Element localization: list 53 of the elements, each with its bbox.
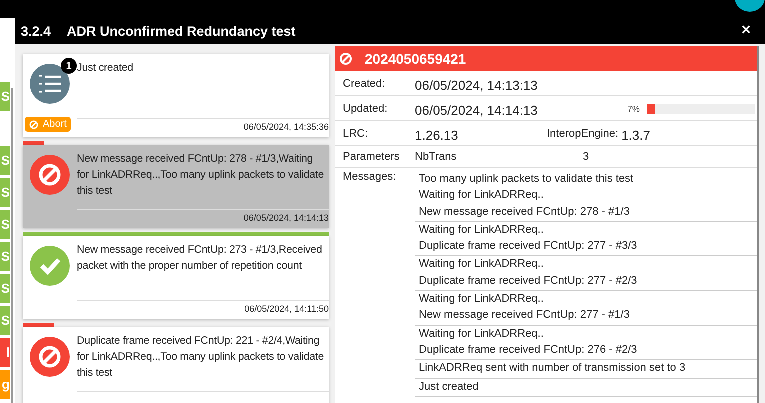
card-message: Duplicate frame received FCntUp: 221 - #2/4,Waiting for LinkADRReq..,Too many uplink packets to validate this test [77,334,326,381]
message-line: LinkADRReq sent with number of transmission set to 3 [419,361,687,376]
test-number: 3.2.4 [21,24,52,38]
status-badge: S [0,274,10,303]
status-badge: S [0,242,10,271]
card-timestamp: 06/05/2024, 14:11:50 [244,304,329,314]
field-label: LRC: [343,128,370,140]
progress-reading: 7% [628,104,640,114]
message-line: Too many uplink packets to validate this test [419,172,635,187]
card-message: Just created [77,61,134,76]
field-label: InteropEngine: [547,128,619,140]
message-line: Duplicate frame received FCntUp: 277 - #2/3 [419,274,638,289]
dialog-title: ADR Unconfirmed Redundancy test [67,24,297,38]
field-label: Updated: [343,102,389,114]
parameter-value: 3 [583,151,590,163]
status-badge: S [0,178,10,207]
ban-icon [339,52,353,66]
result-card[interactable]: New message received FCntUp: 273 - #1/3,Received packet with the proper number of repetition count 06/05/2024, 14:11:50 [23,236,329,319]
card-message: New message received FCntUp: 273 - #1/3,Received packet with the proper number of repetition count [77,243,324,274]
message-line: Waiting for LinkADRReq.. [419,326,545,342]
field-label: Parameters [343,151,401,163]
field-value: 06/05/2024, 14:14:13 [415,102,538,118]
run-id: 2024050659421 [365,50,466,66]
card-message: New message received FCntUp: 278 - #1/3,Waiting for LinkADRReq..,Too many uplink packets to validate this test [77,152,326,199]
ban-icon [29,120,39,130]
status-badge: S [0,210,10,239]
field-value: 1.3.7 [622,127,650,143]
parameter-name: NbTrans [415,151,458,163]
result-card[interactable]: 1 Abort Just created 06/05/2024, 14:35:36 [23,54,329,137]
message-line: Duplicate frame received FCntUp: 277 - #3/3 [419,239,638,254]
field-value: 06/05/2024, 14:13:13 [415,77,538,93]
message-line: Waiting for LinkADRReq.. [419,222,545,238]
message-line: Just created [419,380,480,395]
message-line: Waiting for LinkADRReq.. [419,292,545,308]
message-line: Waiting for LinkADRReq.. [419,257,545,272]
field-value: 1.26.13 [415,127,460,143]
result-card[interactable]: Duplicate frame received FCntUp: 221 - #2/4,Waiting for LinkADRReq..,Too many uplink packets to validate this test [23,327,329,403]
message-line: New message received FCntUp: 277 - #1/3 [419,308,631,324]
card-timestamp: 06/05/2024, 14:14:13 [244,213,329,223]
count-badge: 1 [61,58,77,74]
card-timestamp: 06/05/2024, 14:35:36 [244,122,329,132]
result-card[interactable]: New message received FCntUp: 278 - #1/3,Waiting for LinkADRReq..,Too many uplink packets to validate this test 06/05/2024, 14:14:13 [23,145,329,228]
message-line: New message received FCntUp: 278 - #1/3 [419,204,631,220]
message-line: Waiting for LinkADRReq.. [419,188,545,204]
field-label: Created: [343,78,386,90]
status-badge: S [0,146,10,175]
status-badge: g [0,370,10,399]
close-button[interactable]: × [738,22,765,40]
field-label: Messages: [343,171,398,185]
status-badge: S [0,306,10,335]
status-badge: l [0,338,10,367]
status-badge: S [0,82,10,111]
message-line: Duplicate frame received FCntUp: 276 - #2/3 [419,342,638,358]
